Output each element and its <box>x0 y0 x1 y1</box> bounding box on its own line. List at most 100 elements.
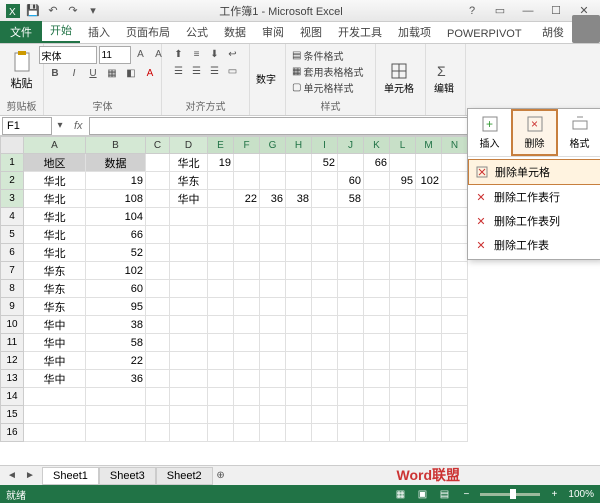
cell-C2[interactable] <box>146 172 170 190</box>
cell-I4[interactable] <box>312 208 338 226</box>
col-header-H[interactable]: H <box>286 136 312 154</box>
cell-H7[interactable] <box>286 262 312 280</box>
tab-home[interactable]: 开始 <box>42 19 80 43</box>
cell-I8[interactable] <box>312 280 338 298</box>
cell-N15[interactable] <box>442 406 468 424</box>
cell-L12[interactable] <box>390 352 416 370</box>
cell-E11[interactable] <box>208 334 234 352</box>
cell-C3[interactable] <box>146 190 170 208</box>
cell-M1[interactable] <box>416 154 442 172</box>
cond-format-button[interactable]: ▤条件格式 <box>292 48 363 63</box>
cell-H5[interactable] <box>286 226 312 244</box>
cell-G14[interactable] <box>260 388 286 406</box>
cell-F5[interactable] <box>234 226 260 244</box>
cell-K11[interactable] <box>364 334 390 352</box>
cell-G5[interactable] <box>260 226 286 244</box>
cell-B13[interactable]: 36 <box>86 370 146 388</box>
cell-A8[interactable]: 华东 <box>24 280 86 298</box>
cell-B3[interactable]: 108 <box>86 190 146 208</box>
cell-K6[interactable] <box>364 244 390 262</box>
cell-G7[interactable] <box>260 262 286 280</box>
cell-A16[interactable] <box>24 424 86 442</box>
sheet-nav-prev-icon[interactable]: ◄ <box>4 468 20 484</box>
cell-N13[interactable] <box>442 370 468 388</box>
cell-I9[interactable] <box>312 298 338 316</box>
cell-E10[interactable] <box>208 316 234 334</box>
cell-F3[interactable]: 22 <box>234 190 260 208</box>
tab-insert[interactable]: 插入 <box>80 21 118 43</box>
cell-L16[interactable] <box>390 424 416 442</box>
tab-addins[interactable]: 加载项 <box>390 21 439 43</box>
cell-F2[interactable] <box>234 172 260 190</box>
cell-F15[interactable] <box>234 406 260 424</box>
col-header-B[interactable]: B <box>86 136 146 154</box>
cell-J2[interactable]: 60 <box>338 172 364 190</box>
user-avatar[interactable] <box>572 15 600 43</box>
italic-icon[interactable]: I <box>66 65 82 81</box>
row-header-3[interactable]: 3 <box>0 190 24 208</box>
view-break-icon[interactable]: ▤ <box>436 486 452 502</box>
cell-J7[interactable] <box>338 262 364 280</box>
col-header-C[interactable]: C <box>146 136 170 154</box>
cell-D5[interactable] <box>170 226 208 244</box>
cell-I1[interactable]: 52 <box>312 154 338 172</box>
tab-dev[interactable]: 开发工具 <box>330 21 390 43</box>
align-mid-icon[interactable]: ≡ <box>189 46 205 62</box>
col-header-E[interactable]: E <box>208 136 234 154</box>
cell-K10[interactable] <box>364 316 390 334</box>
cell-H10[interactable] <box>286 316 312 334</box>
cell-B8[interactable]: 60 <box>86 280 146 298</box>
cell-G2[interactable] <box>260 172 286 190</box>
cell-L11[interactable] <box>390 334 416 352</box>
col-header-D[interactable]: D <box>170 136 208 154</box>
cell-L9[interactable] <box>390 298 416 316</box>
cell-N1[interactable] <box>442 154 468 172</box>
cell-E4[interactable] <box>208 208 234 226</box>
cell-J3[interactable]: 58 <box>338 190 364 208</box>
cell-M9[interactable] <box>416 298 442 316</box>
cell-style-button[interactable]: ▢单元格样式 <box>292 80 363 95</box>
row-header-6[interactable]: 6 <box>0 244 24 262</box>
cell-D16[interactable] <box>170 424 208 442</box>
cell-M12[interactable] <box>416 352 442 370</box>
cell-E15[interactable] <box>208 406 234 424</box>
cell-N8[interactable] <box>442 280 468 298</box>
col-header-A[interactable]: A <box>24 136 86 154</box>
cell-E13[interactable] <box>208 370 234 388</box>
cell-J9[interactable] <box>338 298 364 316</box>
cell-I16[interactable] <box>312 424 338 442</box>
sheet-nav-next-icon[interactable]: ► <box>22 468 38 484</box>
cell-B4[interactable]: 104 <box>86 208 146 226</box>
cell-F14[interactable] <box>234 388 260 406</box>
cell-A4[interactable]: 华北 <box>24 208 86 226</box>
cell-A6[interactable]: 华北 <box>24 244 86 262</box>
grow-font-icon[interactable]: A <box>133 46 149 62</box>
cell-H13[interactable] <box>286 370 312 388</box>
col-header-M[interactable]: M <box>416 136 442 154</box>
cell-G13[interactable] <box>260 370 286 388</box>
paste-button[interactable]: 粘贴 <box>6 49 37 93</box>
col-header-J[interactable]: J <box>338 136 364 154</box>
cell-C11[interactable] <box>146 334 170 352</box>
cell-D11[interactable] <box>170 334 208 352</box>
col-header-N[interactable]: N <box>442 136 468 154</box>
cell-C7[interactable] <box>146 262 170 280</box>
cell-D7[interactable] <box>170 262 208 280</box>
user-name[interactable]: 胡俊 <box>534 21 572 43</box>
cell-F16[interactable] <box>234 424 260 442</box>
view-normal-icon[interactable]: ▦ <box>392 486 408 502</box>
cell-D1[interactable]: 华北 <box>170 154 208 172</box>
cell-H4[interactable] <box>286 208 312 226</box>
col-header-F[interactable]: F <box>234 136 260 154</box>
cell-M2[interactable]: 102 <box>416 172 442 190</box>
cell-B9[interactable]: 95 <box>86 298 146 316</box>
cell-B11[interactable]: 58 <box>86 334 146 352</box>
row-header-15[interactable]: 15 <box>0 406 24 424</box>
row-header-4[interactable]: 4 <box>0 208 24 226</box>
cell-G16[interactable] <box>260 424 286 442</box>
cell-F1[interactable] <box>234 154 260 172</box>
font-select[interactable] <box>39 46 97 64</box>
cell-C1[interactable] <box>146 154 170 172</box>
cell-E7[interactable] <box>208 262 234 280</box>
cell-M6[interactable] <box>416 244 442 262</box>
